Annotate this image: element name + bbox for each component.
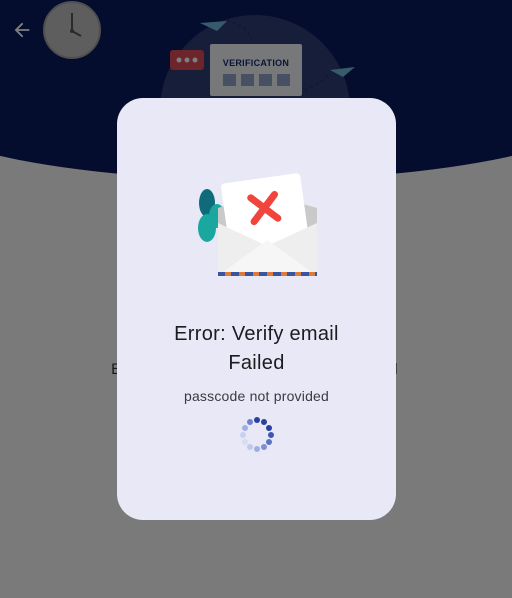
error-dialog: Error: Verify email Failed passcode not …	[117, 98, 396, 520]
dialog-subtitle: passcode not provided	[183, 388, 330, 404]
loading-spinner-icon	[240, 417, 274, 452]
email-failed-envelope-icon	[198, 173, 317, 276]
dialog-title: Error: Verify email Failed	[174, 323, 339, 374]
